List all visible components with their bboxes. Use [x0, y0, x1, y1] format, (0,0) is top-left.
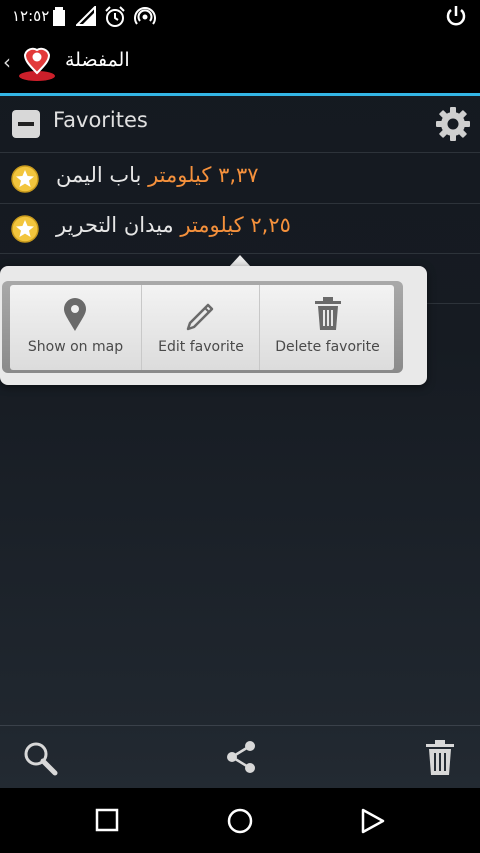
favorite-name: ميدان التحرير	[56, 213, 174, 237]
favorite-name: باب اليمن	[56, 163, 142, 187]
star-icon	[11, 165, 39, 193]
system-nav-bar	[0, 788, 480, 853]
list-item[interactable]: ٢,٢٥ كيلومتر ميدان التحرير	[0, 203, 480, 254]
action-bar: ‹ المفضلة	[0, 33, 480, 93]
signal-icon	[76, 6, 96, 26]
page-title: المفضلة	[65, 49, 130, 71]
trash-icon[interactable]	[424, 740, 456, 776]
status-time: ١٢:٥٢	[12, 7, 50, 25]
star-icon	[11, 215, 39, 243]
edit-favorite-label: Edit favorite	[158, 339, 244, 355]
status-bar: ١٢:٥٢	[0, 0, 480, 33]
favorite-distance: ٣,٣٧ كيلومتر	[148, 163, 259, 187]
battery-icon	[53, 7, 65, 26]
back-chevron-icon[interactable]: ‹	[3, 50, 11, 74]
show-on-map-label: Show on map	[27, 339, 124, 355]
edit-favorite-button[interactable]: Edit favorite	[141, 285, 260, 370]
gear-icon[interactable]	[434, 105, 472, 143]
favorite-distance: ٢,٢٥ كيلومتر	[180, 213, 291, 237]
alarm-icon	[105, 6, 125, 27]
pencil-icon	[186, 303, 214, 331]
trash-icon	[315, 297, 341, 330]
popup-actions: Show on map Edit favorite Delete favorit…	[10, 285, 394, 370]
show-on-map-button[interactable]: Show on map	[10, 285, 141, 370]
map-pin-icon	[64, 298, 86, 331]
collapse-minus-icon[interactable]	[12, 110, 40, 138]
favorites-group-header[interactable]: Favorites	[0, 96, 480, 153]
hotspot-icon	[134, 7, 156, 25]
delete-favorite-button[interactable]: Delete favorite	[259, 285, 395, 370]
recent-apps-icon[interactable]	[95, 808, 119, 832]
power-icon[interactable]	[444, 4, 468, 28]
list-item[interactable]: ٣,٣٧ كيلومتر باب اليمن	[0, 153, 480, 204]
favorite-context-popup: Show on map Edit favorite Delete favorit…	[0, 266, 427, 385]
delete-favorite-label: Delete favorite	[275, 339, 380, 355]
back-triangle-icon[interactable]	[360, 808, 386, 834]
group-title: Favorites	[53, 108, 148, 132]
share-icon[interactable]	[224, 740, 258, 774]
app-logo-icon[interactable]	[17, 43, 57, 83]
search-icon[interactable]	[22, 740, 58, 776]
bottom-toolbar	[0, 725, 480, 789]
home-icon[interactable]	[227, 808, 253, 834]
